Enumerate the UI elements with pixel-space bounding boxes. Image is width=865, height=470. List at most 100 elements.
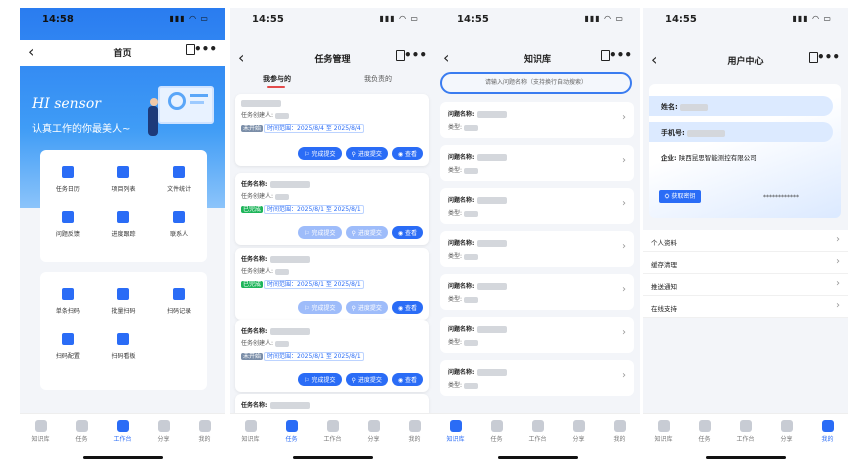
status-badge: 未开始 [241,353,264,360]
knowledge-item[interactable]: 问题名称: 类型: › [440,231,634,267]
tab-responsible[interactable]: 我负责的 [364,74,392,84]
task-card: 任务名称: 任务创建人: 已完成 时间范围：2025/8/1 至 2025/8/1… [235,173,429,245]
scan-grid: 单条扫码 批量扫码 扫码记录扫码配置 扫码看板 [40,272,207,360]
get-key-button[interactable]: ⛭ 获取密钥 [659,190,701,203]
more-icon[interactable]: ••• [609,48,632,62]
name-row: 姓名: [649,96,833,116]
view-button[interactable]: ◉ 查看 [391,301,423,314]
grid-item[interactable]: 扫码记录 [151,288,207,315]
knowledge-item[interactable]: 问题名称: 类型: › [440,145,634,181]
time-range: 时间范围：2025/8/1 至 2025/8/1 [264,352,364,361]
chevron-right-icon: › [622,370,626,381]
more-icon[interactable]: ••• [817,50,840,64]
view-button[interactable]: ◉ 查看 [391,147,423,160]
chevron-right-icon: › [622,155,626,166]
book-icon [657,420,670,432]
knowledge-item[interactable]: 问题名称: 类型: › [440,102,634,138]
view-button[interactable]: ◉ 查看 [391,373,423,386]
tab-0[interactable]: 知识库 [230,414,271,463]
home-indicator [705,456,786,459]
book-icon [34,420,47,432]
grid-item[interactable]: 单条扫码 [40,288,96,315]
signal-icons: ▮▮▮ ◠ ▭ [584,14,624,23]
complete-submit-button[interactable]: ⚐ 完成提交 [298,373,342,386]
task-icon [75,420,88,432]
progress-submit-button[interactable]: ⚲ 进度提交 [345,373,388,386]
share-icon [780,420,793,432]
grid-item[interactable]: 扫码配置 [40,333,96,360]
nav-bar: ‹ 知识库 ••• [435,46,640,72]
tab-0[interactable]: 知识库 [435,414,476,463]
knowledge-item[interactable]: 问题名称: 类型: › [440,360,634,396]
tab-underline [267,86,285,88]
grid-item[interactable]: 批量扫码 [96,288,152,315]
phone-row: 手机号: [649,122,833,142]
more-icon[interactable]: ••• [194,42,217,56]
share-icon [157,420,170,432]
chevron-right-icon: › [622,112,626,123]
tab-participated[interactable]: 我参与的 [263,74,291,84]
progress-submit-button[interactable]: ⚲ 进度提交 [345,147,388,160]
grid-item[interactable]: 联系人 [151,211,207,238]
scan-board-icon [117,333,130,345]
progress-submit-button[interactable]: ⚲ 进度提交 [345,226,388,239]
task-icon [698,420,711,432]
menu-item[interactable]: 缓存清理 › [643,252,848,274]
share-icon [572,420,585,432]
chevron-right-icon: › [622,327,626,338]
phone-task: 14:55 ▮▮▮ ◠ ▭ ‹ 任务管理 ••• 我参与的 我负责的 任务创建人:… [230,8,435,463]
complete-submit-button[interactable]: ⚐ 完成提交 [298,147,342,160]
complete-submit-button[interactable]: ⚐ 完成提交 [298,301,342,314]
home-icon [116,420,129,432]
home-indicator [497,456,578,459]
progress-submit-button[interactable]: ⚲ 进度提交 [345,301,388,314]
grid-item[interactable]: 进度跟踪 [96,211,152,238]
function-grid-card: 任务日历 项目列表 文件统计问题反馈 进度跟踪 联系人 [40,150,207,262]
grid-item[interactable]: 问题反馈 [40,211,96,238]
home-icon [531,420,544,432]
banner-illustration [148,76,220,146]
signal-icons: ▮▮▮ ◠ ▭ [169,14,209,23]
tab-4[interactable]: 我的 [184,414,225,463]
task-card: 任务创建人: 未开始 时间范围：2025/8/4 至 2025/8/4 ⚐ 完成提… [235,94,429,166]
knowledge-item[interactable]: 问题名称: 类型: › [440,317,634,353]
view-button[interactable]: ◉ 查看 [391,226,423,239]
pie-chart-icon [173,166,186,178]
contacts-icon [173,211,186,223]
user-icon [613,420,626,432]
signal-icons: ▮▮▮ ◠ ▭ [792,14,832,23]
menu-item[interactable]: 在线支持 › [643,296,848,318]
knowledge-item[interactable]: 问题名称: 类型: › [440,274,634,310]
task-tabs: 我参与的 我负责的 [230,70,435,92]
grid-item[interactable]: 项目列表 [96,166,152,193]
phone-user: 14:55 ▮▮▮ ◠ ▭ ‹ 用户中心 ••• 姓名: 手机号: 企业: 陕西昆… [643,8,848,463]
tab-4[interactable]: 我的 [394,414,435,463]
search-input[interactable]: 请输入问题名称（支持换行自动搜索） [440,72,632,94]
complete-submit-button[interactable]: ⚐ 完成提交 [298,226,342,239]
grid-item[interactable]: 扫码看板 [96,333,152,360]
grid-item[interactable]: 任务日历 [40,166,96,193]
inbox-icon [117,166,130,178]
chevron-right-icon: › [622,284,626,295]
chevron-right-icon: › [622,241,626,252]
signal-icons: ▮▮▮ ◠ ▭ [379,14,419,23]
status-badge: 已完成 [241,281,264,288]
knowledge-item[interactable]: 问题名称: 类型: › [440,188,634,224]
tab-0[interactable]: 知识库 [20,414,61,463]
menu-item[interactable]: 个人资料 › [643,230,848,252]
tab-0[interactable]: 知识库 [643,414,684,463]
chevron-right-icon: › [836,278,840,289]
share-icon [367,420,380,432]
book-icon [244,420,257,432]
menu-item[interactable]: 推送通知 › [643,274,848,296]
tab-4[interactable]: 我的 [807,414,848,463]
more-icon[interactable]: ••• [404,48,427,62]
chevron-right-icon: › [836,234,840,245]
chevron-right-icon: › [836,256,840,267]
tab-4[interactable]: 我的 [599,414,640,463]
chevron-right-icon: › [836,300,840,311]
grid-item[interactable]: 文件统计 [151,166,207,193]
status-bar: 14:58 ▮▮▮ ◠ ▭ [42,14,209,25]
brand-text: HI sensor [32,96,101,112]
function-grid: 任务日历 项目列表 文件统计问题反馈 进度跟踪 联系人 [40,150,207,238]
